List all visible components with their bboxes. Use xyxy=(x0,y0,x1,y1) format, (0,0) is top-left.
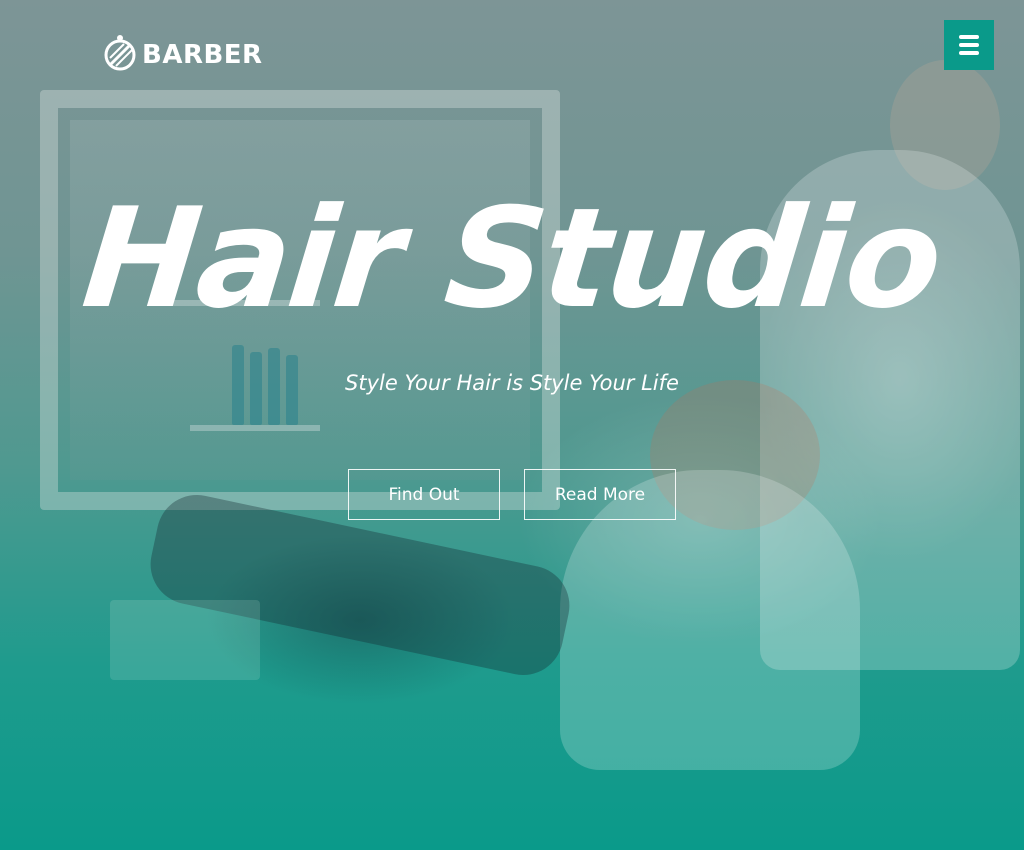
brand-name: BARBER xyxy=(142,40,263,70)
read-more-button[interactable]: Read More xyxy=(524,469,676,520)
flower-box xyxy=(110,600,260,680)
hero-background-photo xyxy=(0,0,1024,850)
hero-subtitle: Style Your Hair is Style Your Life xyxy=(345,371,679,395)
barber-pole-icon xyxy=(102,34,138,76)
find-out-button[interactable]: Find Out xyxy=(348,469,500,520)
hamburger-menu-icon xyxy=(959,35,979,39)
barber-head xyxy=(890,60,1000,190)
menu-button[interactable] xyxy=(944,20,994,70)
shelf xyxy=(190,425,320,431)
brand-logo[interactable]: BARBER xyxy=(102,34,263,76)
hero-title: Hair Studio xyxy=(76,178,948,339)
hero-section: BARBER Hair Studio Style Your Hair is St… xyxy=(0,0,1024,850)
